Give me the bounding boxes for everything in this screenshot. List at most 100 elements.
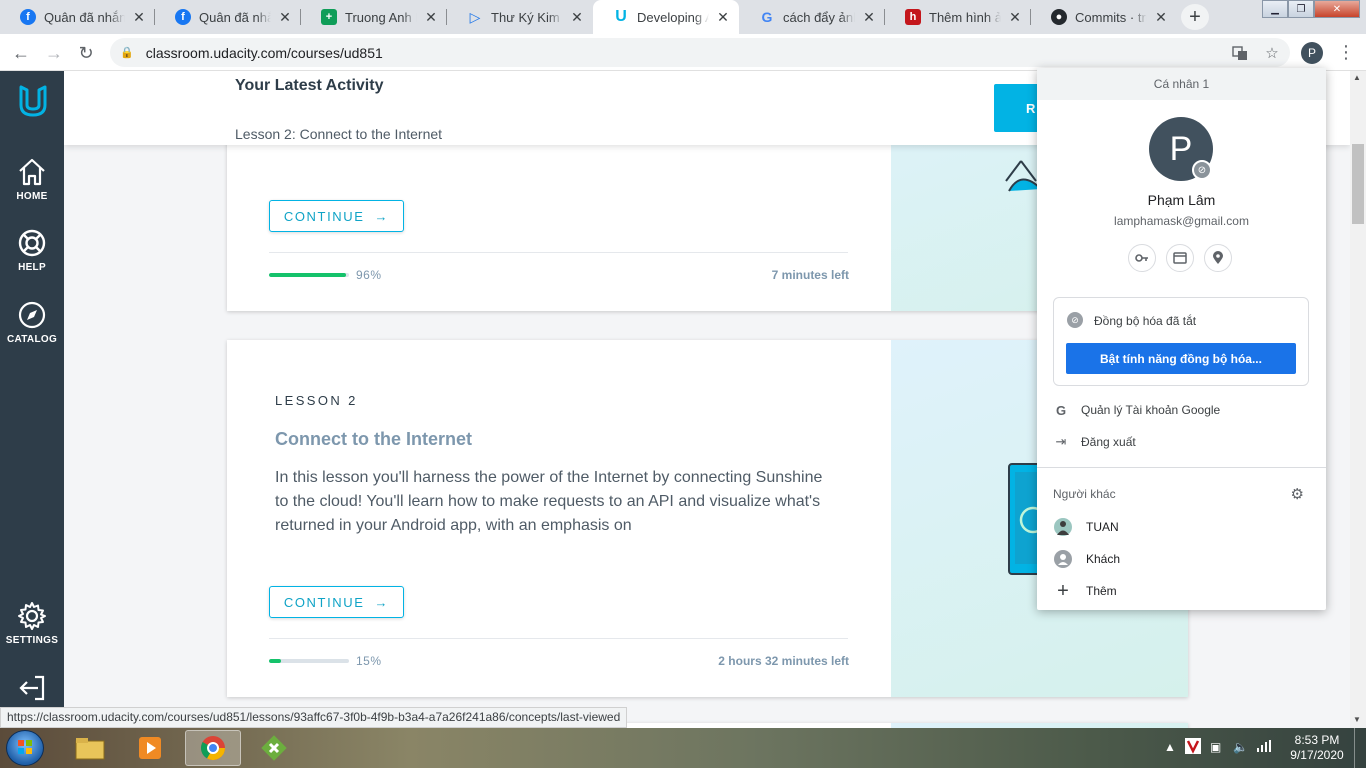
manage-people-gear-icon[interactable]: ⚙ xyxy=(1291,485,1304,503)
logout-button[interactable] xyxy=(0,673,64,707)
windows-taskbar: ▲ ▣ 🔈 8:53 PM 9/17/2020 xyxy=(0,728,1366,768)
latest-activity-title: Your Latest Activity xyxy=(235,77,384,94)
git-tool-taskbar-icon[interactable] xyxy=(246,730,302,766)
profile-name: Phạm Lâm xyxy=(1147,192,1216,208)
scroll-up-icon[interactable]: ▲ xyxy=(1353,73,1361,82)
browser-toolbar: ← → ↻ 🔒 classroom.udacity.com/courses/ud… xyxy=(0,34,1366,71)
volume-icon[interactable]: 🔈 xyxy=(1233,740,1248,754)
person-item[interactable]: TUAN xyxy=(1054,515,1119,539)
signal-icon[interactable] xyxy=(1257,740,1271,755)
antivirus-tray-icon[interactable] xyxy=(1185,738,1201,757)
close-tab-icon[interactable]: ✕ xyxy=(569,9,585,26)
sign-out-icon: ⇥ xyxy=(1055,434,1067,449)
tab-strip: f Quân đã nhắn tin ✕ f Quân đã nhắn tin … xyxy=(0,0,1366,34)
add-person-item[interactable]: + Thêm xyxy=(1054,579,1117,603)
translate-icon[interactable] xyxy=(1230,43,1250,63)
show-desktop-button[interactable] xyxy=(1354,728,1366,768)
network-tray-icon[interactable]: ▣ xyxy=(1210,740,1221,754)
close-tab-icon[interactable]: ✕ xyxy=(277,9,293,26)
sidebar-item-settings[interactable]: SETTINGS xyxy=(0,601,64,646)
browser-tab[interactable]: + Truong Anh Hoang ✕ xyxy=(301,0,447,34)
compass-icon xyxy=(17,300,47,330)
back-button[interactable]: ← xyxy=(8,40,34,66)
guest-icon xyxy=(1054,550,1072,568)
close-tab-icon[interactable]: ✕ xyxy=(861,9,877,26)
divider xyxy=(1037,467,1326,468)
chrome-taskbar-icon[interactable] xyxy=(185,730,241,766)
bookmark-star-icon[interactable]: ☆ xyxy=(1262,43,1282,63)
browser-menu-icon[interactable]: ⋮ xyxy=(1337,42,1355,62)
sidebar-item-home[interactable]: HOME xyxy=(0,157,64,202)
passwords-key-icon[interactable] xyxy=(1128,244,1156,272)
browser-tab-active[interactable]: U Developing Android Apps ✕ xyxy=(593,0,739,34)
explorer-taskbar-icon[interactable] xyxy=(62,730,118,766)
facebook-icon: f xyxy=(175,9,191,25)
window-controls: ▁ ❐ ✕ xyxy=(1262,0,1360,18)
payment-card-icon[interactable] xyxy=(1166,244,1194,272)
continue-button[interactable]: CONTINUE → xyxy=(269,586,404,618)
browser-tab[interactable]: h Thêm hình ảnh vào ✕ xyxy=(885,0,1031,34)
start-button[interactable] xyxy=(6,730,44,766)
close-tab-icon[interactable]: ✕ xyxy=(1153,9,1169,26)
address-bar[interactable]: 🔒 classroom.udacity.com/courses/ud851 xyxy=(110,38,1290,67)
google-icon: G xyxy=(761,9,773,25)
address-pin-icon[interactable] xyxy=(1204,244,1232,272)
progress-bar xyxy=(269,659,349,663)
media-player-taskbar-icon[interactable] xyxy=(122,730,178,766)
browser-tab[interactable]: G cách đẩy ảnh lên ✕ xyxy=(739,0,885,34)
lock-icon: 🔒 xyxy=(120,47,134,59)
profile-avatar: P ⊘ xyxy=(1149,117,1213,181)
udacity-icon: U xyxy=(615,8,627,25)
minimize-button[interactable]: ▁ xyxy=(1262,0,1288,18)
progress-bar xyxy=(269,273,349,277)
play-icon: ▷ xyxy=(469,8,481,25)
udacity-logo[interactable] xyxy=(17,83,49,119)
scroll-down-icon[interactable]: ▼ xyxy=(1353,715,1361,724)
close-tab-icon[interactable]: ✕ xyxy=(1007,9,1023,26)
plus-icon: + xyxy=(1057,579,1069,602)
scroll-thumb[interactable] xyxy=(1352,144,1364,224)
browser-tab[interactable]: ▷ Thư Ký Kim Sao Thế ✕ xyxy=(447,0,593,34)
lesson-number: LESSON 2 xyxy=(275,393,358,408)
lesson-title[interactable]: Connect to the Internet xyxy=(275,429,472,450)
url-text: classroom.udacity.com/courses/ud851 xyxy=(145,44,383,61)
close-tab-icon[interactable]: ✕ xyxy=(715,9,731,26)
close-tab-icon[interactable]: ✕ xyxy=(131,9,147,26)
sign-out-link[interactable]: ⇥ Đăng xuất xyxy=(1053,428,1310,456)
facebook-icon: f xyxy=(20,9,36,25)
turn-on-sync-button[interactable]: Bật tính năng đồng bộ hóa... xyxy=(1066,343,1296,374)
latest-activity-lesson[interactable]: Lesson 2: Connect to the Internet xyxy=(235,126,442,142)
close-window-button[interactable]: ✕ xyxy=(1314,0,1360,18)
lifebuoy-icon xyxy=(17,228,47,258)
manage-account-link[interactable]: G Quản lý Tài khoản Google xyxy=(1053,396,1310,424)
profile-menu-header: Cá nhân 1 xyxy=(1037,68,1326,100)
sheets-icon: + xyxy=(321,9,337,25)
home-icon xyxy=(17,157,47,187)
system-clock[interactable]: 8:53 PM 9/17/2020 xyxy=(1287,733,1347,763)
browser-tab[interactable]: ● Commits · truong ✕ xyxy=(1031,0,1177,34)
progress-percent: 15% xyxy=(356,654,382,668)
continue-button[interactable]: CONTINUE → xyxy=(269,200,404,232)
new-tab-button[interactable]: + xyxy=(1181,4,1209,30)
reload-button[interactable]: ↻ xyxy=(73,40,99,66)
browser-tab[interactable]: f Quân đã nhắn tin ✕ xyxy=(155,0,301,34)
classroom-sidebar: HOME HELP CATALOG SETTINGS xyxy=(0,71,64,728)
sync-status: Đồng bộ hóa đã tắt xyxy=(1094,314,1197,328)
time-left: 7 minutes left xyxy=(771,268,849,282)
maximize-button[interactable]: ❐ xyxy=(1288,0,1314,18)
sidebar-item-help[interactable]: HELP xyxy=(0,228,64,273)
browser-tab[interactable]: f Quân đã nhắn tin ✕ xyxy=(0,0,155,34)
page-scrollbar[interactable]: ▲ ▼ xyxy=(1350,71,1366,728)
sync-panel: ⊘ Đồng bộ hóa đã tắt Bật tính năng đồng … xyxy=(1053,297,1309,386)
sidebar-item-catalog[interactable]: CATALOG xyxy=(0,300,64,345)
show-hidden-icons[interactable]: ▲ xyxy=(1164,740,1176,754)
guest-item[interactable]: Khách xyxy=(1054,547,1120,571)
forward-button[interactable]: → xyxy=(41,40,67,66)
other-people-label: Người khác xyxy=(1053,487,1116,501)
github-icon: ● xyxy=(1051,9,1067,25)
time-left: 2 hours 32 minutes left xyxy=(718,654,849,668)
logout-icon xyxy=(17,673,47,703)
profile-email: lamphamask@gmail.com xyxy=(1114,214,1249,228)
profile-button[interactable]: P xyxy=(1301,42,1323,64)
close-tab-icon[interactable]: ✕ xyxy=(423,9,439,26)
